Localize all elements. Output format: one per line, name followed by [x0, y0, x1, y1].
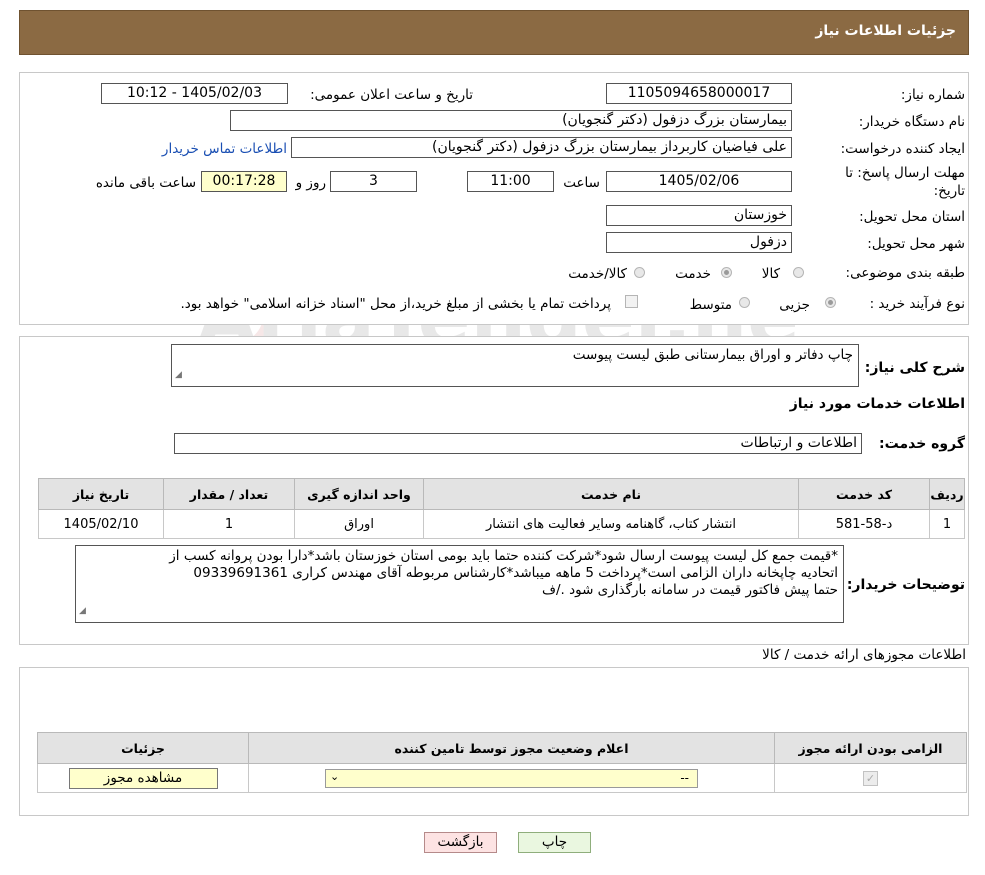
- process-radio-minor[interactable]: [825, 297, 836, 308]
- summary-textarea[interactable]: چاپ دفاتر و اوراق بیمارستانی طبق لیست پی…: [171, 344, 859, 387]
- col-permit-status: اعلام وضعیت مجوز توسط تامین کننده: [248, 732, 775, 764]
- cell-service-name: انتشار کتاب، گاهنامه وسایر فعالیت های ان…: [423, 509, 799, 539]
- cell-need-date: 1405/02/10: [38, 509, 164, 539]
- deadline-label-line2: تاریخ:: [933, 183, 965, 199]
- deadline-time-label: ساعت: [563, 175, 600, 191]
- cell-permit-required: ✓: [774, 763, 967, 793]
- process-type-label: نوع فرآیند خرید :: [869, 296, 965, 312]
- cell-unit: اوراق: [294, 509, 424, 539]
- col-unit: واحد اندازه گیری: [294, 478, 424, 510]
- permit-status-select-value: --: [680, 770, 689, 785]
- buyer-notes-line-2: اتحادیه چاپخانه داران الزامی است*پرداخت …: [193, 565, 838, 581]
- announce-date-field: 1405/02/03 - 10:12: [101, 83, 288, 104]
- col-need-date: تاریخ نیاز: [38, 478, 164, 510]
- col-service-code: کد خدمت: [798, 478, 930, 510]
- process-radio-medium[interactable]: [739, 297, 750, 308]
- summary-text: چاپ دفاتر و اوراق بیمارستانی طبق لیست پی…: [572, 347, 853, 363]
- buyer-notes-line-1: *قیمت جمع کل لیست پیوست ارسال شود*شرکت ک…: [169, 548, 838, 564]
- time-remaining-label: ساعت باقی مانده: [95, 175, 196, 191]
- creator-field: علی فیاضیان کاربرداز بیمارستان بزرگ دزفو…: [291, 137, 792, 158]
- city-label: شهر محل تحویل:: [867, 236, 965, 252]
- page-title: جزئیات اطلاعات نیاز: [815, 23, 956, 39]
- service-group-label: گروه خدمت:: [879, 436, 965, 452]
- days-label: روز و: [295, 175, 326, 191]
- buyer-org-label: نام دستگاه خریدار:: [858, 114, 965, 130]
- col-service-name: نام خدمت: [423, 478, 799, 510]
- buyer-contact-link[interactable]: اطلاعات تماس خریدار: [162, 141, 287, 157]
- cell-quantity: 1: [163, 509, 295, 539]
- days-remaining-field: 3: [330, 171, 417, 192]
- deadline-label-line1: مهلت ارسال پاسخ: تا: [845, 165, 965, 181]
- buyer-notes-textarea[interactable]: *قیمت جمع کل لیست پیوست ارسال شود*شرکت ک…: [75, 545, 844, 623]
- city-field: دزفول: [606, 232, 792, 253]
- col-row-number: ردیف: [929, 478, 965, 510]
- buyer-notes-label: توضیحات خریدار:: [846, 577, 965, 593]
- back-button[interactable]: بازگشت: [424, 832, 497, 853]
- print-button[interactable]: چاپ: [518, 832, 591, 853]
- category-label: طبقه بندی موضوعی:: [845, 265, 965, 281]
- process-note: پرداخت تمام یا بخشی از مبلغ خرید،از محل …: [180, 296, 611, 312]
- resize-grip-icon[interactable]: ◢: [79, 603, 86, 620]
- process-option-medium: متوسط: [689, 297, 732, 313]
- cell-row-number: 1: [929, 509, 965, 539]
- deadline-time-field: 11:00: [467, 171, 554, 192]
- table-row: 1 د-58-581 انتشار کتاب، گاهنامه وسایر فع…: [38, 509, 965, 539]
- cell-permit-details: مشاهده مجوز: [37, 763, 249, 793]
- permits-heading: اطلاعات مجوزهای ارائه خدمت / کالا: [762, 647, 966, 663]
- announce-date-label: تاریخ و ساعت اعلان عمومی:: [310, 87, 473, 103]
- need-number-label: شماره نیاز:: [900, 87, 965, 103]
- services-table: ردیف کد خدمت نام خدمت واحد اندازه گیری ت…: [38, 478, 965, 539]
- deadline-date-field: 1405/02/06: [606, 171, 792, 192]
- process-option-minor: جزیی: [779, 297, 810, 313]
- service-group-field: اطلاعات و ارتباطات: [174, 433, 862, 454]
- view-permit-button[interactable]: مشاهده مجوز: [68, 767, 218, 789]
- permit-required-checkbox[interactable]: ✓: [863, 770, 878, 786]
- province-label: استان محل تحویل:: [859, 209, 965, 225]
- cell-service-code: د-58-581: [798, 509, 930, 539]
- category-option-goods-service: کالا/خدمت: [568, 266, 627, 282]
- resize-grip-icon[interactable]: ◢: [175, 367, 182, 384]
- table-row: ✓ -- ⌄ مشاهده مجوز: [37, 763, 967, 793]
- summary-label: شرح کلی نیاز:: [864, 360, 965, 376]
- permit-status-select[interactable]: -- ⌄: [325, 768, 698, 788]
- category-radio-goods-service[interactable]: [634, 267, 645, 278]
- category-radio-service[interactable]: [721, 267, 732, 278]
- cell-permit-status: -- ⌄: [248, 763, 775, 793]
- services-table-header-row: ردیف کد خدمت نام خدمت واحد اندازه گیری ت…: [38, 478, 965, 510]
- services-heading: اطلاعات خدمات مورد نیاز: [789, 396, 965, 412]
- col-permit-required: الزامی بودن ارائه مجوز: [774, 732, 967, 764]
- permits-table-header-row: الزامی بودن ارائه مجوز اعلام وضعیت مجوز …: [37, 732, 967, 764]
- category-option-service: خدمت: [675, 266, 711, 282]
- province-field: خوزستان: [606, 205, 792, 226]
- permits-table: الزامی بودن ارائه مجوز اعلام وضعیت مجوز …: [37, 732, 967, 793]
- col-permit-details: جزئیات: [37, 732, 249, 764]
- time-remaining-field: 00:17:28: [201, 171, 287, 192]
- chevron-down-icon: ⌄: [330, 769, 340, 783]
- need-number-field: 1105094658000017: [606, 83, 792, 104]
- buyer-notes-line-3: حتما پیش فاکتور قیمت در سامانه بارگذاری …: [541, 582, 838, 598]
- category-option-goods: کالا: [761, 266, 780, 282]
- page-header: جزئیات اطلاعات نیاز: [19, 10, 969, 55]
- col-quantity: تعداد / مقدار: [163, 478, 295, 510]
- treasury-checkbox[interactable]: [625, 295, 638, 308]
- creator-label: ایجاد کننده درخواست:: [840, 141, 965, 157]
- buyer-org-field: بیمارستان بزرگ دزفول (دکتر گنجویان): [230, 110, 792, 131]
- category-radio-goods[interactable]: [793, 267, 804, 278]
